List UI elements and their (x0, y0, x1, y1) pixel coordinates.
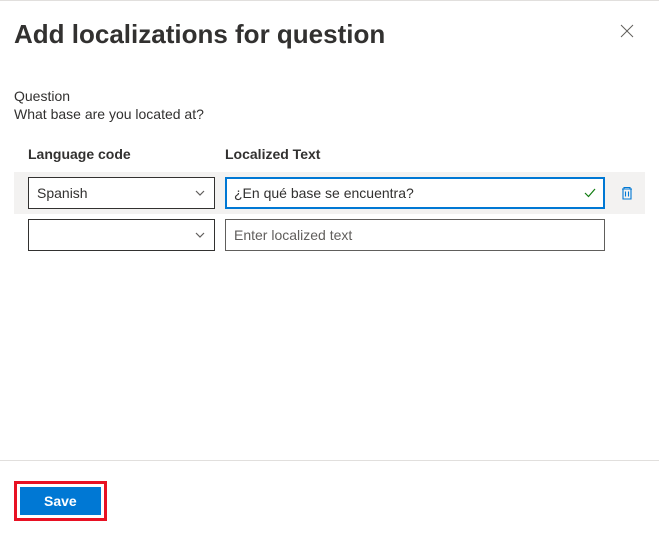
question-text: What base are you located at? (14, 106, 645, 122)
save-highlight-box: Save (14, 481, 107, 521)
trash-icon (619, 185, 635, 201)
column-header-localized-text: Localized Text (225, 146, 645, 162)
chevron-down-icon (194, 187, 206, 199)
localization-row (14, 214, 645, 256)
localized-text-input[interactable] (225, 219, 605, 251)
question-label: Question (14, 88, 645, 104)
localized-text-input[interactable] (225, 177, 605, 209)
save-button[interactable]: Save (20, 487, 101, 515)
table-header: Language code Localized Text (14, 146, 645, 162)
panel-footer: Save (0, 460, 659, 556)
checkmark-icon (583, 186, 597, 200)
delete-row-button[interactable] (615, 181, 639, 205)
language-dropdown[interactable] (28, 219, 215, 251)
column-header-language: Language code (28, 146, 225, 162)
localization-row: Spanish (14, 172, 645, 214)
chevron-down-icon (194, 229, 206, 241)
language-dropdown[interactable]: Spanish (28, 177, 215, 209)
close-button[interactable] (615, 19, 639, 43)
dropdown-value: Spanish (37, 185, 88, 201)
panel-title: Add localizations for question (14, 19, 385, 50)
close-icon (620, 24, 634, 38)
